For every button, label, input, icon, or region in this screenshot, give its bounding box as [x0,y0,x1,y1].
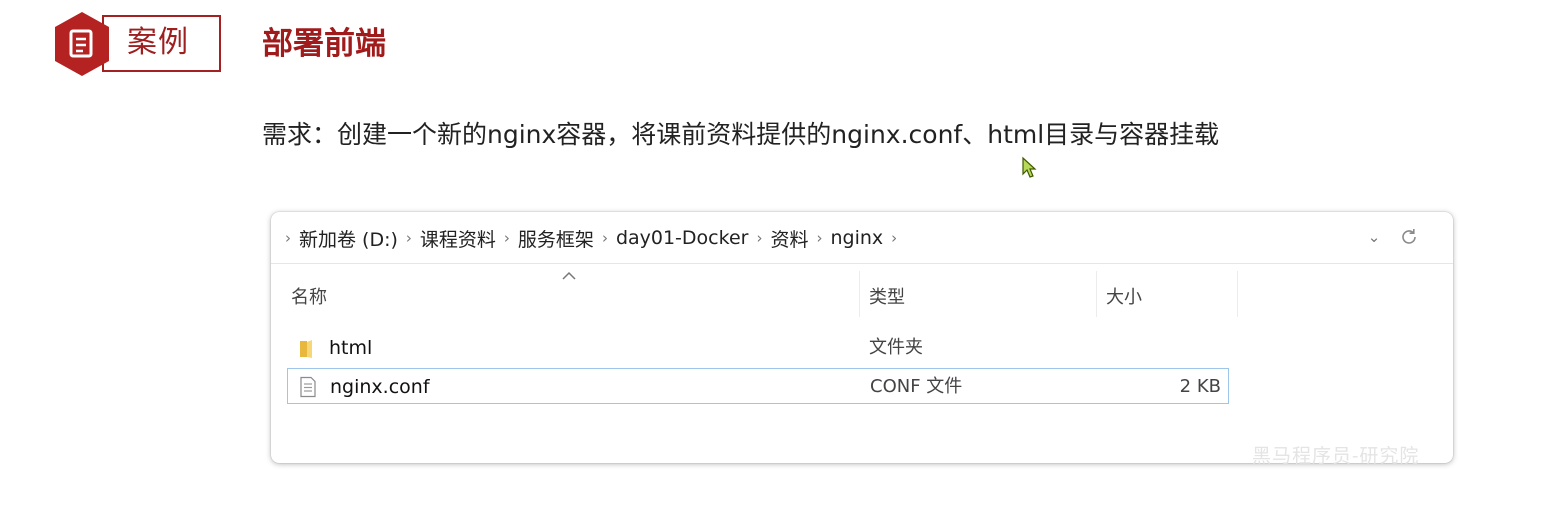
column-header-name[interactable]: 名称 [291,283,327,309]
column-headers: 名称 类型 大小 [271,267,1453,319]
chevron-right-icon[interactable]: › [285,229,291,247]
chevron-down-icon[interactable]: ⌄ [1363,226,1385,248]
page-title: 部署前端 [262,26,386,62]
chevron-right-icon[interactable]: › [756,229,762,247]
file-size: 2 KB [1179,376,1221,397]
breadcrumb-item-course[interactable]: 课程资料 [420,225,496,252]
sort-ascending-icon [562,271,576,280]
breadcrumb-item-framework[interactable]: 服务框架 [518,225,594,252]
chevron-right-icon[interactable]: › [406,229,412,247]
document-icon [55,12,109,76]
file-type: 文件夹 [869,337,923,358]
watermark: 黑马程序员-研究院 [1252,445,1420,467]
file-icon [300,376,316,398]
chevron-right-icon[interactable]: › [891,229,897,247]
column-divider[interactable] [859,271,860,317]
breadcrumb-item-drive[interactable]: 新加卷 (D:) [299,225,398,252]
column-header-type[interactable]: 类型 [869,283,905,309]
breadcrumb: › 新加卷 (D:) › 课程资料 › 服务框架 › day01-Docker … [285,225,905,251]
column-divider[interactable] [1237,271,1238,317]
chevron-right-icon[interactable]: › [504,229,510,247]
requirement-text: 需求：创建一个新的nginx容器，将课前资料提供的nginx.conf、html… [262,120,1220,149]
column-divider[interactable] [1096,271,1097,317]
breadcrumb-item-materials[interactable]: 资料 [770,225,808,252]
breadcrumb-item-day01[interactable]: day01-Docker [616,227,749,249]
list-item-html[interactable]: html 文件夹 [287,330,1229,366]
refresh-icon[interactable] [1398,226,1420,248]
folder-icon [300,340,312,358]
list-item-nginx-conf[interactable]: nginx.conf CONF 文件 2 KB [287,368,1229,404]
column-header-size[interactable]: 大小 [1106,283,1142,309]
breadcrumb-item-nginx[interactable]: nginx [830,227,883,249]
chevron-right-icon[interactable]: › [602,229,608,247]
file-name: nginx.conf [330,376,430,398]
file-name: html [329,337,373,359]
file-type: CONF 文件 [870,376,963,397]
file-explorer-window: › 新加卷 (D:) › 课程资料 › 服务框架 › day01-Docker … [271,212,1453,463]
address-bar[interactable]: › 新加卷 (D:) › 课程资料 › 服务框架 › day01-Docker … [271,212,1453,264]
chevron-right-icon[interactable]: › [816,229,822,247]
mouse-pointer-icon [1022,156,1037,178]
badge-label: 案例 [127,25,189,60]
